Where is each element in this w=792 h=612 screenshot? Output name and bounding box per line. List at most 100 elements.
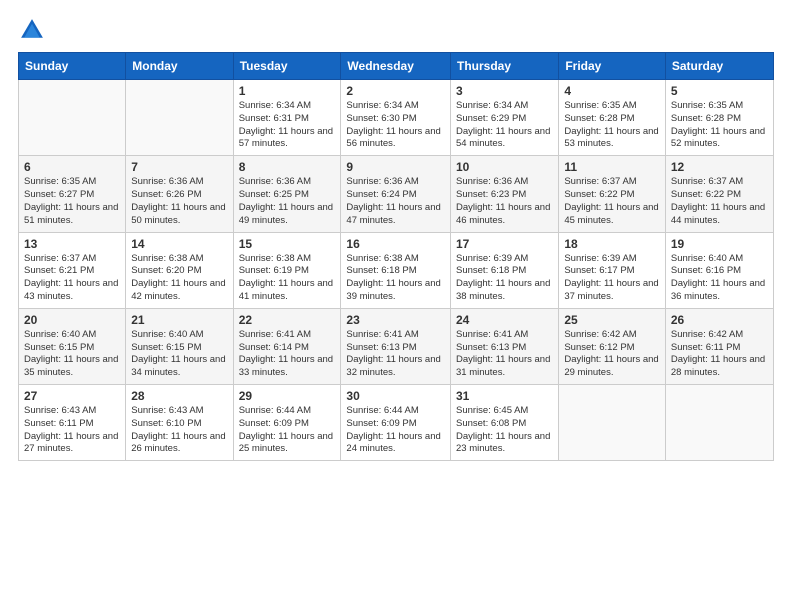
calendar-cell: [126, 80, 233, 156]
day-info: Sunrise: 6:41 AM Sunset: 6:13 PM Dayligh…: [346, 329, 445, 380]
day-info: Sunrise: 6:37 AM Sunset: 6:22 PM Dayligh…: [671, 176, 768, 227]
calendar-cell: 29Sunrise: 6:44 AM Sunset: 6:09 PM Dayli…: [233, 385, 341, 461]
calendar-cell: 27Sunrise: 6:43 AM Sunset: 6:11 PM Dayli…: [19, 385, 126, 461]
calendar-cell: 9Sunrise: 6:36 AM Sunset: 6:24 PM Daylig…: [341, 156, 451, 232]
day-info: Sunrise: 6:34 AM Sunset: 6:30 PM Dayligh…: [346, 100, 445, 151]
calendar-cell: 16 Sunrise: 6:38 AM Sunset: 6:18 PM Dayli…: [341, 232, 451, 308]
day-number: 18: [564, 237, 660, 251]
day-info: Sunrise: 6:42 AM Sunset: 6:12 PM Dayligh…: [564, 329, 660, 380]
day-info: Sunrise: 6:34 AM Sunset: 6:29 PM Dayligh…: [456, 100, 553, 151]
day-info: Sunrise: 6:43 AM Sunset: 6:10 PM Dayligh…: [131, 405, 227, 456]
calendar-cell: 23 Sunrise: 6:41 AM Sunset: 6:13 PM Dayli…: [341, 308, 451, 384]
calendar-cell: 11Sunrise: 6:37 AM Sunset: 6:22 PM Dayli…: [559, 156, 666, 232]
calendar-week-row: 6Sunrise: 6:35 AM Sunset: 6:27 PM Daylig…: [19, 156, 774, 232]
calendar-cell: 17 Sunrise: 6:39 AM Sunset: 6:18 PM Dayli…: [451, 232, 559, 308]
calendar-cell: 22 Sunrise: 6:41 AM Sunset: 6:14 PM Dayli…: [233, 308, 341, 384]
calendar-cell: 12 Sunrise: 6:37 AM Sunset: 6:22 PM Dayli…: [665, 156, 773, 232]
calendar-cell: [665, 385, 773, 461]
day-number: 24: [456, 313, 553, 327]
calendar-week-row: 27Sunrise: 6:43 AM Sunset: 6:11 PM Dayli…: [19, 385, 774, 461]
calendar-cell: 24 Sunrise: 6:41 AM Sunset: 6:13 PM Dayli…: [451, 308, 559, 384]
day-info: Sunrise: 6:36 AM Sunset: 6:26 PM Dayligh…: [131, 176, 227, 227]
calendar-cell: 26 Sunrise: 6:42 AM Sunset: 6:11 PM Dayli…: [665, 308, 773, 384]
calendar-cell: 7 Sunrise: 6:36 AM Sunset: 6:26 PM Daylig…: [126, 156, 233, 232]
day-of-week-header: Saturday: [665, 53, 773, 80]
day-info: Sunrise: 6:38 AM Sunset: 6:20 PM Dayligh…: [131, 253, 227, 304]
day-of-week-header: Sunday: [19, 53, 126, 80]
day-of-week-header: Thursday: [451, 53, 559, 80]
day-number: 23: [346, 313, 445, 327]
calendar-cell: 14 Sunrise: 6:38 AM Sunset: 6:20 PM Dayli…: [126, 232, 233, 308]
day-number: 22: [239, 313, 336, 327]
day-info: Sunrise: 6:34 AM Sunset: 6:31 PM Dayligh…: [239, 100, 336, 151]
day-number: 3: [456, 84, 553, 98]
day-info: Sunrise: 6:45 AM Sunset: 6:08 PM Dayligh…: [456, 405, 553, 456]
day-number: 26: [671, 313, 768, 327]
day-of-week-header: Friday: [559, 53, 666, 80]
day-of-week-header: Tuesday: [233, 53, 341, 80]
calendar-cell: 30 Sunrise: 6:44 AM Sunset: 6:09 PM Dayli…: [341, 385, 451, 461]
calendar-week-row: 1 Sunrise: 6:34 AM Sunset: 6:31 PM Daylig…: [19, 80, 774, 156]
day-number: 1: [239, 84, 336, 98]
day-number: 8: [239, 160, 336, 174]
day-number: 28: [131, 389, 227, 403]
logo: [18, 16, 50, 44]
calendar-cell: 28 Sunrise: 6:43 AM Sunset: 6:10 PM Dayli…: [126, 385, 233, 461]
day-number: 30: [346, 389, 445, 403]
day-number: 17: [456, 237, 553, 251]
calendar-week-row: 13 Sunrise: 6:37 AM Sunset: 6:21 PM Dayli…: [19, 232, 774, 308]
calendar-header-row: SundayMondayTuesdayWednesdayThursdayFrid…: [19, 53, 774, 80]
day-number: 31: [456, 389, 553, 403]
day-info: Sunrise: 6:38 AM Sunset: 6:18 PM Dayligh…: [346, 253, 445, 304]
day-of-week-header: Monday: [126, 53, 233, 80]
calendar-cell: 1 Sunrise: 6:34 AM Sunset: 6:31 PM Daylig…: [233, 80, 341, 156]
day-number: 7: [131, 160, 227, 174]
calendar-cell: 10 Sunrise: 6:36 AM Sunset: 6:23 PM Dayli…: [451, 156, 559, 232]
calendar-cell: 8 Sunrise: 6:36 AM Sunset: 6:25 PM Daylig…: [233, 156, 341, 232]
header: [18, 16, 774, 44]
day-info: Sunrise: 6:37 AM Sunset: 6:21 PM Dayligh…: [24, 253, 120, 304]
calendar-cell: 25 Sunrise: 6:42 AM Sunset: 6:12 PM Dayli…: [559, 308, 666, 384]
calendar-cell: 18 Sunrise: 6:39 AM Sunset: 6:17 PM Dayli…: [559, 232, 666, 308]
day-info: Sunrise: 6:42 AM Sunset: 6:11 PM Dayligh…: [671, 329, 768, 380]
day-info: Sunrise: 6:39 AM Sunset: 6:17 PM Dayligh…: [564, 253, 660, 304]
day-number: 14: [131, 237, 227, 251]
day-info: Sunrise: 6:39 AM Sunset: 6:18 PM Dayligh…: [456, 253, 553, 304]
day-info: Sunrise: 6:41 AM Sunset: 6:14 PM Dayligh…: [239, 329, 336, 380]
day-number: 9: [346, 160, 445, 174]
day-number: 11: [564, 160, 660, 174]
day-number: 13: [24, 237, 120, 251]
day-number: 4: [564, 84, 660, 98]
day-info: Sunrise: 6:40 AM Sunset: 6:15 PM Dayligh…: [24, 329, 120, 380]
day-info: Sunrise: 6:44 AM Sunset: 6:09 PM Dayligh…: [346, 405, 445, 456]
calendar-week-row: 20Sunrise: 6:40 AM Sunset: 6:15 PM Dayli…: [19, 308, 774, 384]
calendar-cell: 13 Sunrise: 6:37 AM Sunset: 6:21 PM Dayli…: [19, 232, 126, 308]
day-info: Sunrise: 6:36 AM Sunset: 6:25 PM Dayligh…: [239, 176, 336, 227]
day-info: Sunrise: 6:38 AM Sunset: 6:19 PM Dayligh…: [239, 253, 336, 304]
calendar-cell: 31 Sunrise: 6:45 AM Sunset: 6:08 PM Dayli…: [451, 385, 559, 461]
day-number: 29: [239, 389, 336, 403]
day-number: 27: [24, 389, 120, 403]
calendar-cell: 6Sunrise: 6:35 AM Sunset: 6:27 PM Daylig…: [19, 156, 126, 232]
day-number: 15: [239, 237, 336, 251]
calendar-table: SundayMondayTuesdayWednesdayThursdayFrid…: [18, 52, 774, 461]
calendar-cell: 20Sunrise: 6:40 AM Sunset: 6:15 PM Dayli…: [19, 308, 126, 384]
day-info: Sunrise: 6:40 AM Sunset: 6:15 PM Dayligh…: [131, 329, 227, 380]
day-of-week-header: Wednesday: [341, 53, 451, 80]
day-number: 19: [671, 237, 768, 251]
day-number: 12: [671, 160, 768, 174]
calendar-cell: [559, 385, 666, 461]
day-info: Sunrise: 6:35 AM Sunset: 6:28 PM Dayligh…: [671, 100, 768, 151]
calendar-cell: 2Sunrise: 6:34 AM Sunset: 6:30 PM Daylig…: [341, 80, 451, 156]
calendar-page: SundayMondayTuesdayWednesdayThursdayFrid…: [0, 0, 792, 612]
day-info: Sunrise: 6:36 AM Sunset: 6:23 PM Dayligh…: [456, 176, 553, 227]
day-number: 16: [346, 237, 445, 251]
day-number: 25: [564, 313, 660, 327]
day-number: 5: [671, 84, 768, 98]
day-info: Sunrise: 6:35 AM Sunset: 6:28 PM Dayligh…: [564, 100, 660, 151]
day-number: 10: [456, 160, 553, 174]
calendar-cell: 5 Sunrise: 6:35 AM Sunset: 6:28 PM Daylig…: [665, 80, 773, 156]
calendar-cell: 15 Sunrise: 6:38 AM Sunset: 6:19 PM Dayli…: [233, 232, 341, 308]
day-info: Sunrise: 6:40 AM Sunset: 6:16 PM Dayligh…: [671, 253, 768, 304]
day-info: Sunrise: 6:41 AM Sunset: 6:13 PM Dayligh…: [456, 329, 553, 380]
